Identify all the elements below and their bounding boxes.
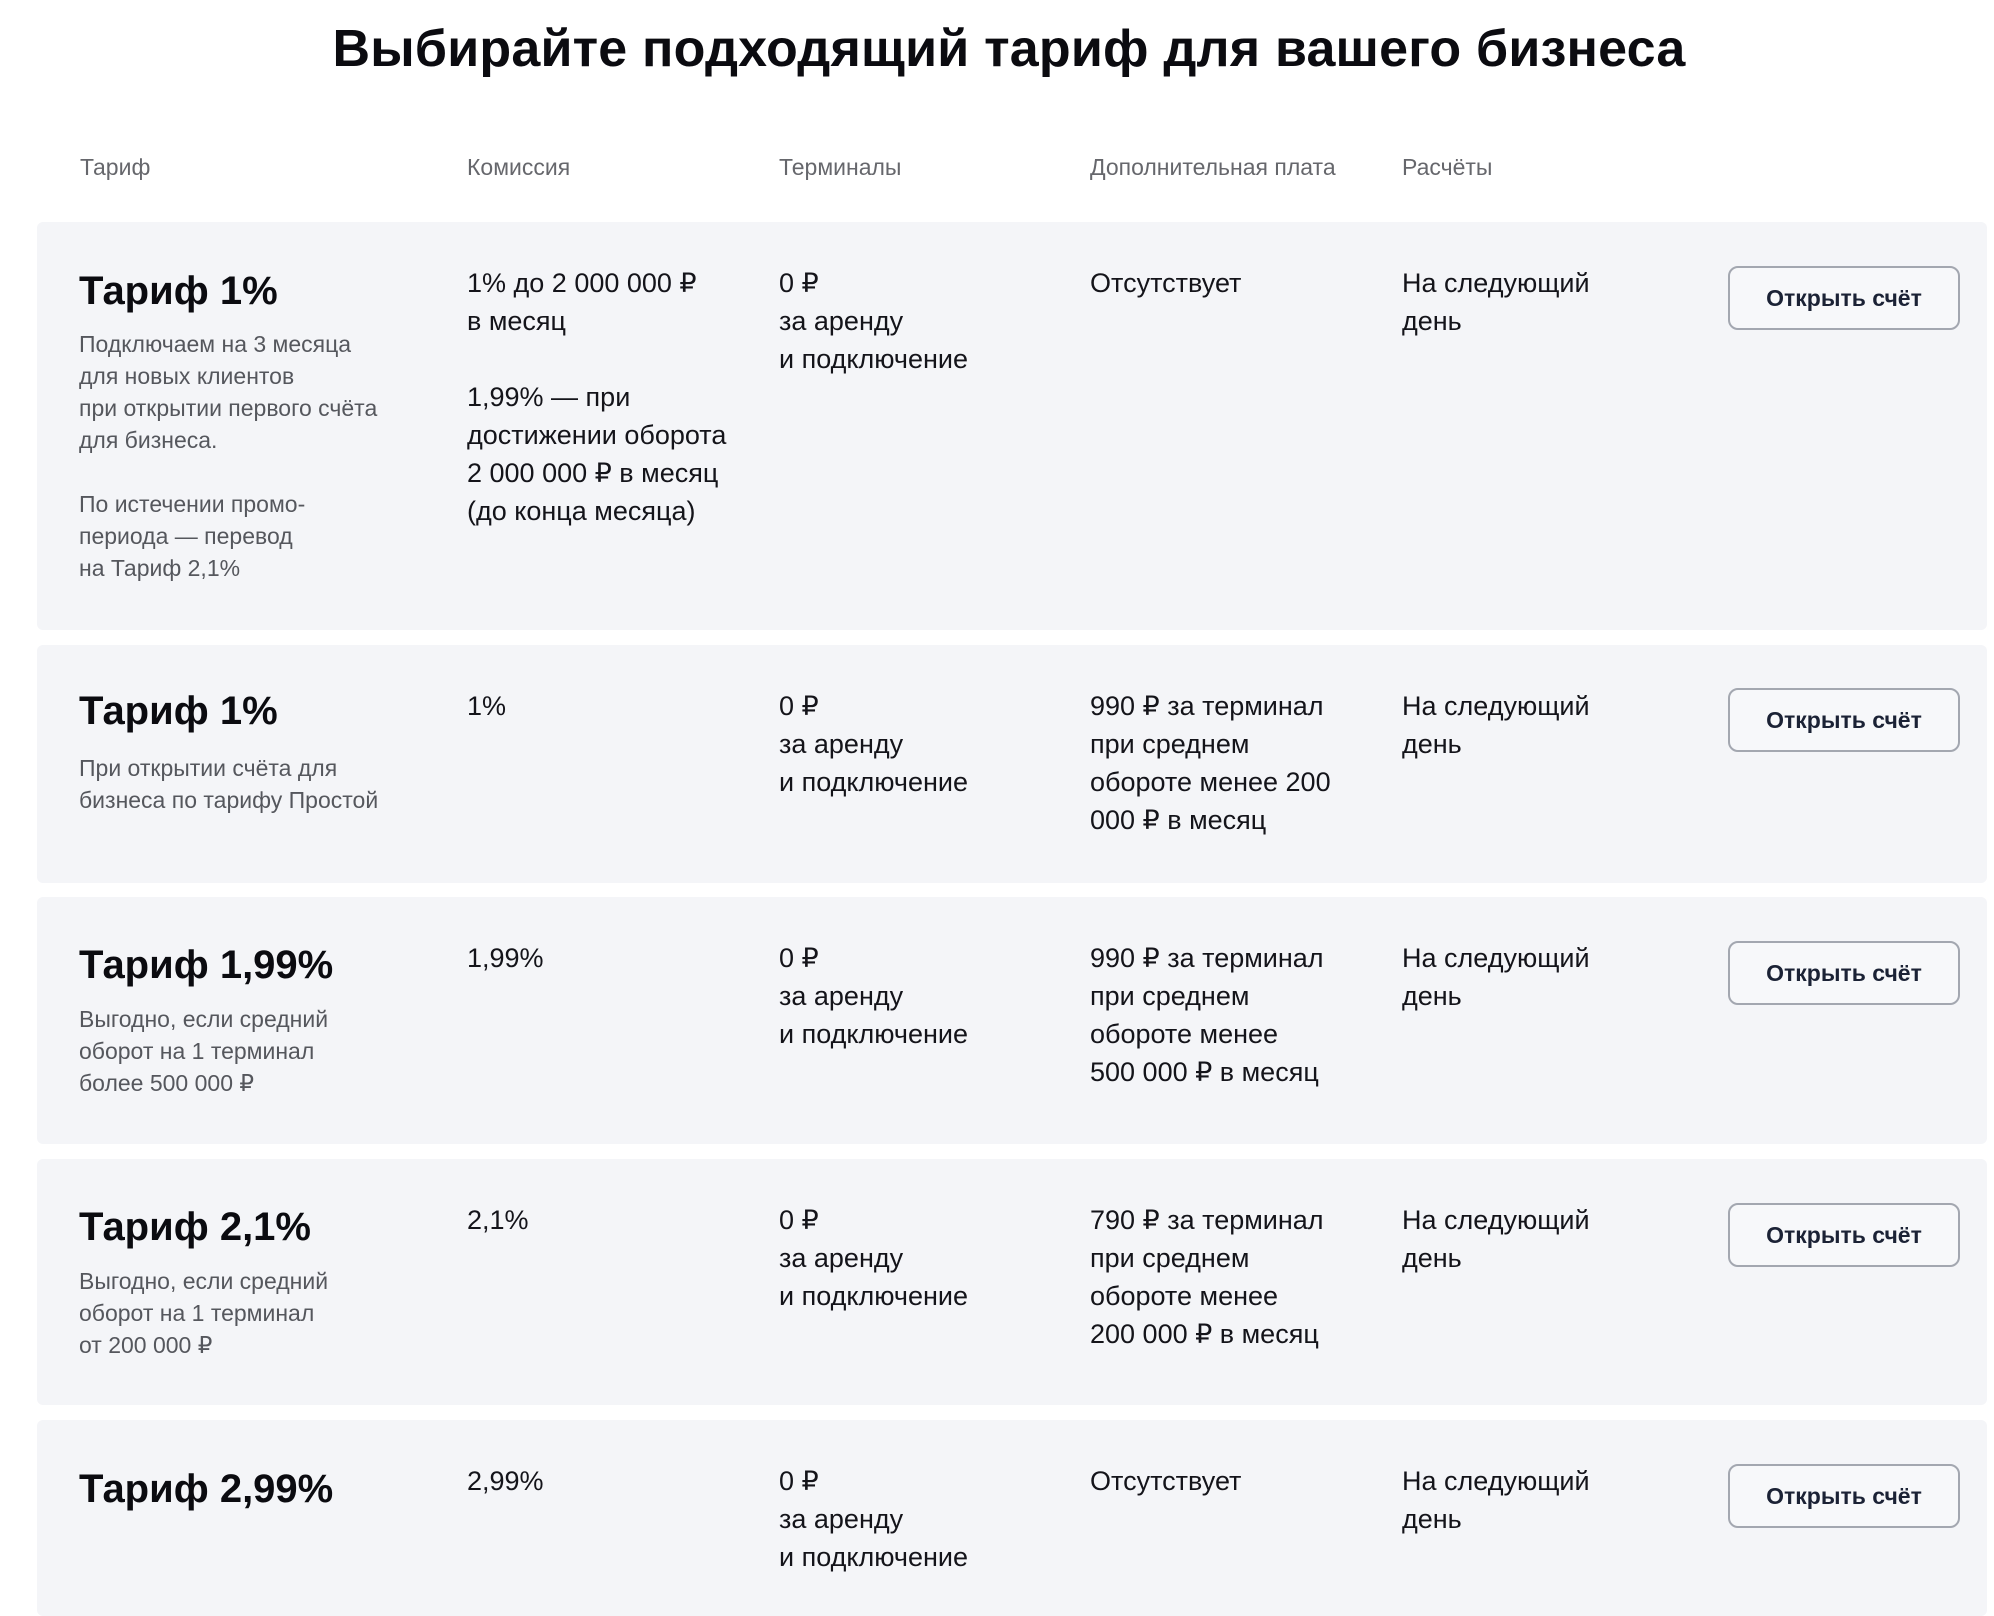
extra-fee-value: Отсутствует	[1090, 268, 1242, 298]
extra-fee-value: Отсутствует	[1090, 1466, 1242, 1496]
extra-fee-value: 790 ₽ за терминал при среднем обороте ме…	[1090, 1205, 1324, 1349]
column-header-terminals: Терминалы	[779, 154, 902, 180]
extra-fee-value: 990 ₽ за терминал при среднем обороте ме…	[1090, 943, 1324, 1087]
tariff-description: При открытии счёта для бизнеса по тарифу…	[79, 755, 379, 813]
column-header-commission: Комиссия	[467, 154, 571, 180]
tariff-name: Тариф 2,1%	[79, 1205, 311, 1249]
commission-value: 2,99%	[467, 1466, 544, 1496]
terminals-value: 0 ₽ за аренду и подключение	[779, 691, 968, 797]
column-header-tariff: Тариф	[80, 154, 151, 180]
tariff-name: Тариф 1%	[79, 269, 278, 313]
tariff-row: Тариф 2,99% 2,99% 0 ₽ за аренду и подклю…	[37, 1420, 1987, 1616]
tariff-description: Выгодно, если средний оборот на 1 термин…	[79, 1268, 329, 1358]
page-title: Выбирайте подходящий тариф для вашего би…	[332, 20, 1686, 78]
tariff-description: Выгодно, если средний оборот на 1 термин…	[79, 1006, 329, 1096]
terminals-value: 0 ₽ за аренду и подключение	[779, 943, 968, 1049]
tariff-name: Тариф 1,99%	[79, 943, 334, 987]
open-account-button[interactable]: Открыть счёт	[1728, 1203, 1960, 1267]
terminals-value: 0 ₽ за аренду и подключение	[779, 268, 968, 374]
tariff-row: Тариф 2,1% Выгодно, если средний оборот …	[37, 1159, 1987, 1405]
column-header-extra-fee: Дополнительная плата	[1090, 154, 1336, 180]
settlements-value: На следующий день	[1402, 1205, 1590, 1273]
commission-value: 1,99%	[467, 943, 544, 973]
open-account-button[interactable]: Открыть счёт	[1728, 266, 1960, 330]
open-account-button[interactable]: Открыть счёт	[1728, 1464, 1960, 1528]
terminals-value: 0 ₽ за аренду и подключение	[779, 1466, 968, 1572]
extra-fee-value: 990 ₽ за терминал при среднем обороте ме…	[1090, 691, 1331, 835]
terminals-value: 0 ₽ за аренду и подключение	[779, 1205, 968, 1311]
settlements-value: На следующий день	[1402, 268, 1590, 336]
column-header-settlements: Расчёты	[1402, 154, 1493, 180]
tariff-row: Тариф 1% При открытии счёта для бизнеса …	[37, 645, 1987, 883]
open-account-button[interactable]: Открыть счёт	[1728, 688, 1960, 752]
commission-value: 1%	[467, 691, 507, 721]
commission-value: 1% до 2 000 000 ₽ в месяц 1,99% — при до…	[467, 268, 727, 526]
tariff-row: Тариф 1% Подключаем на 3 месяца для новы…	[37, 222, 1987, 630]
tariff-row: Тариф 1,99% Выгодно, если средний оборот…	[37, 897, 1987, 1144]
open-account-button[interactable]: Открыть счёт	[1728, 941, 1960, 1005]
tariff-name: Тариф 1%	[79, 689, 278, 733]
settlements-value: На следующий день	[1402, 943, 1590, 1011]
tariff-description: Подключаем на 3 месяца для новых клиенто…	[79, 331, 378, 581]
settlements-value: На следующий день	[1402, 691, 1590, 759]
tariff-name: Тариф 2,99%	[79, 1467, 334, 1511]
settlements-value: На следующий день	[1402, 1466, 1590, 1534]
table-header: Тариф Комиссия Терминалы Дополнительная …	[0, 149, 1994, 189]
commission-value: 2,1%	[467, 1205, 529, 1235]
